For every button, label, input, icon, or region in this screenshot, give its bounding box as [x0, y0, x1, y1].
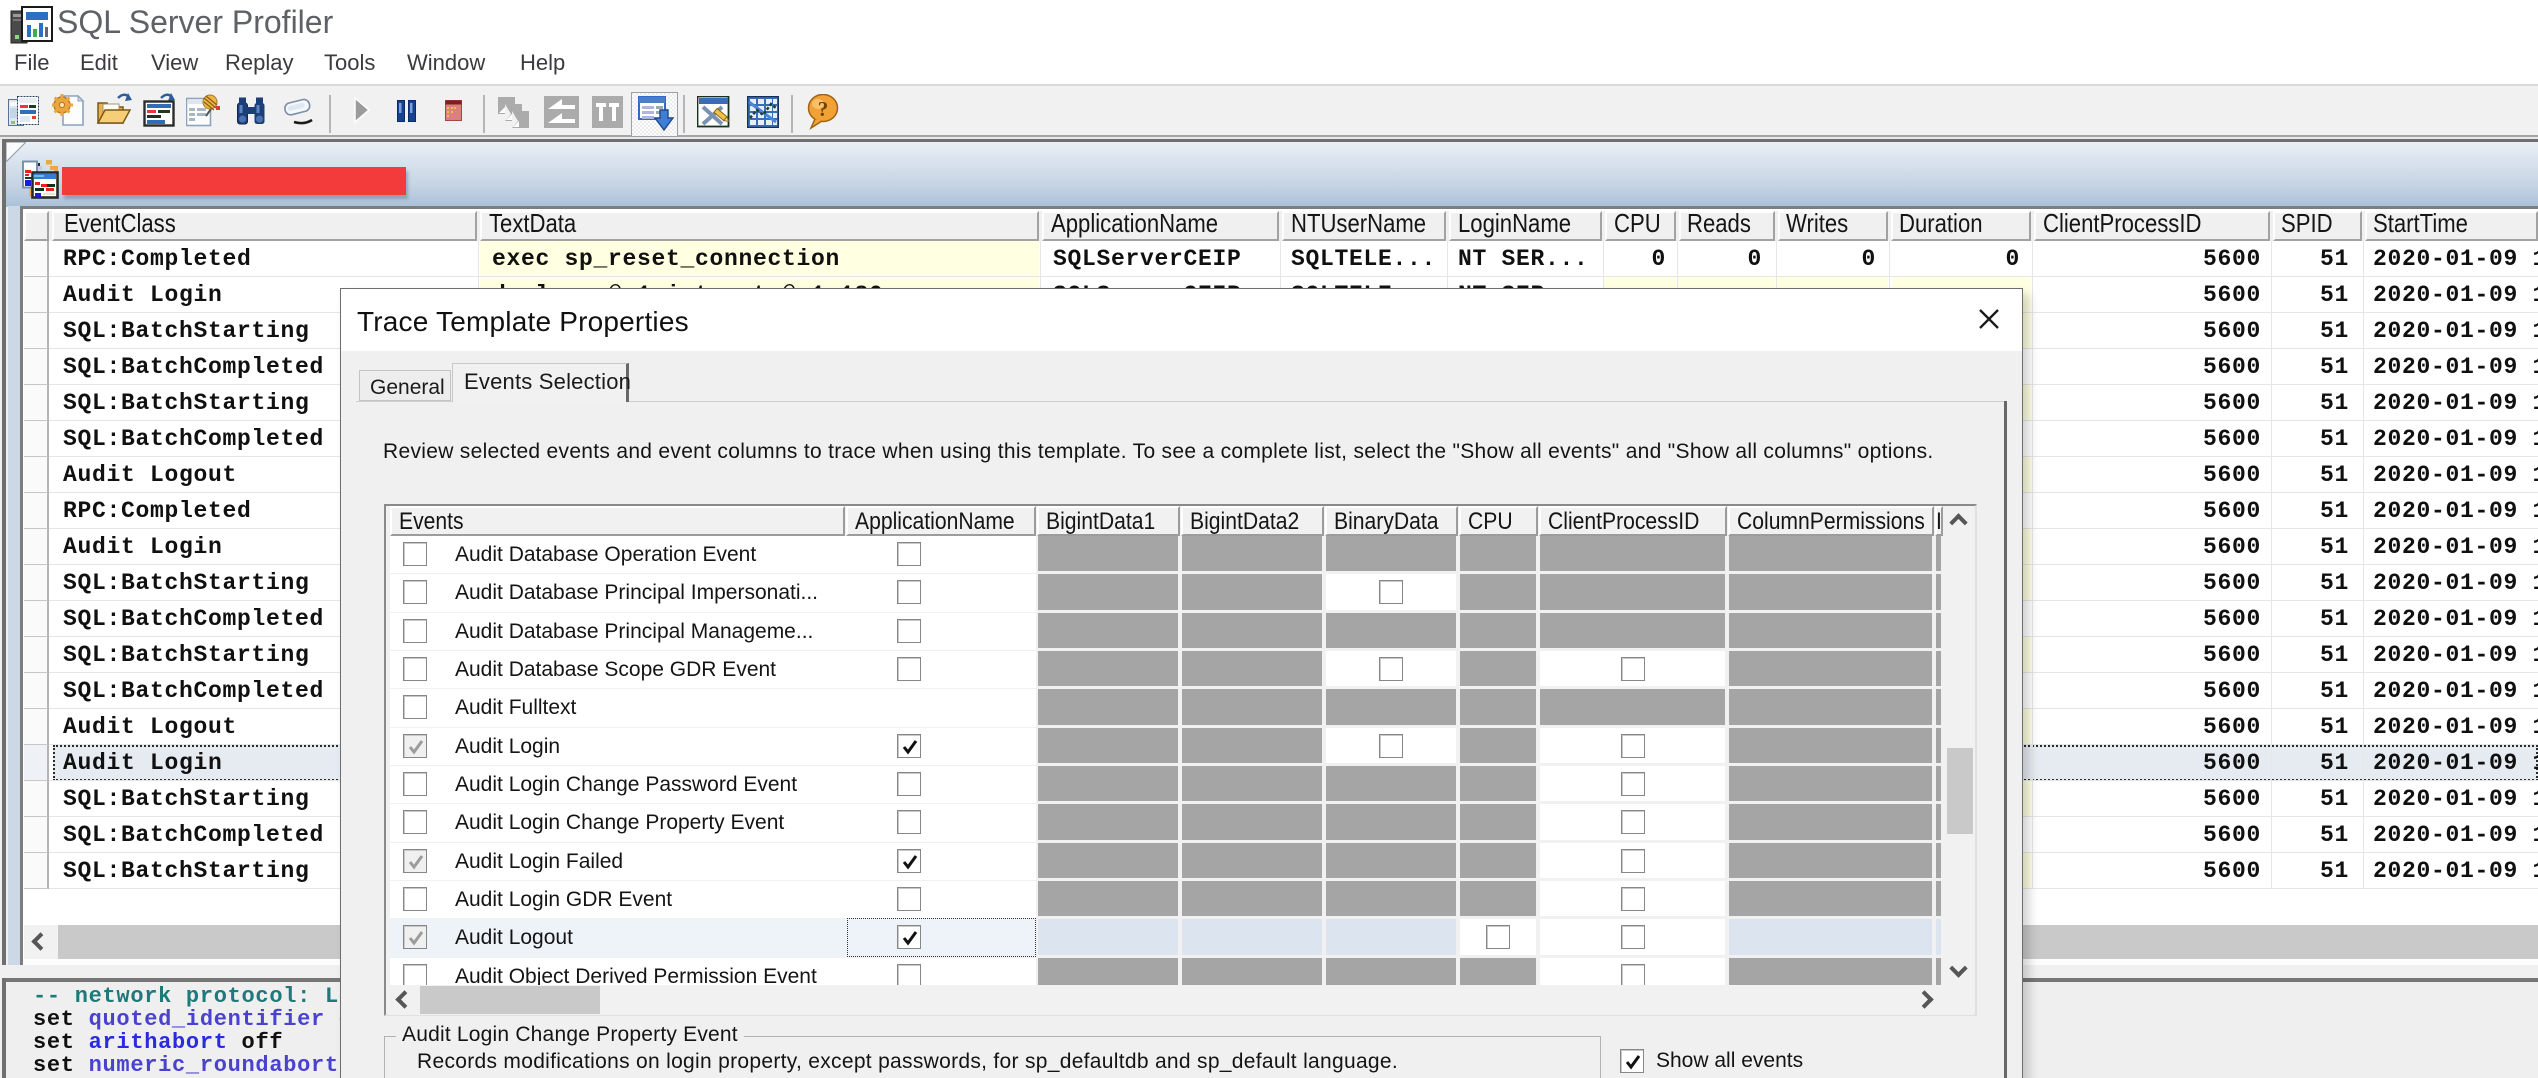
- svg-text:?: ?: [818, 97, 829, 121]
